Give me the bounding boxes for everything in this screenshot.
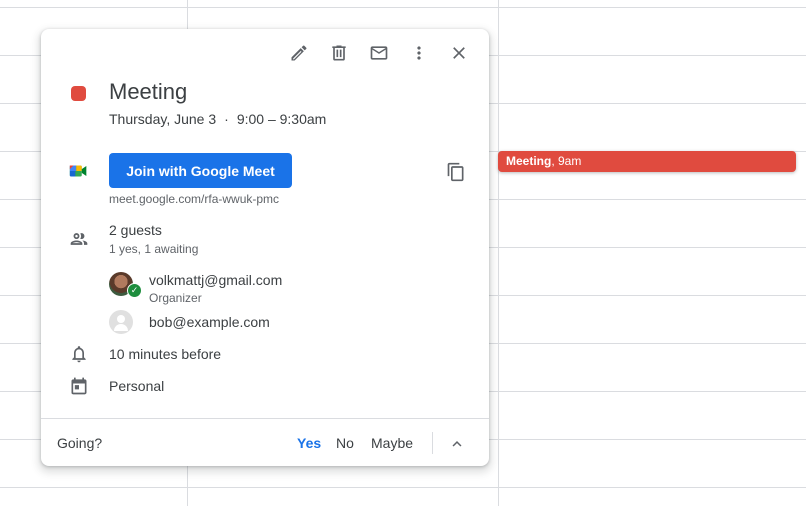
grid-line <box>0 487 806 488</box>
event-datetime: Thursday, June 3 · 9:00 – 9:30am <box>109 111 326 127</box>
more-options-button[interactable] <box>399 37 439 69</box>
popup-toolbar <box>279 37 479 69</box>
guest-item-organizer[interactable]: ✓ volkmattj@gmail.com Organizer <box>109 272 409 305</box>
rsvp-label: Going? <box>57 435 103 451</box>
event-details-popup: Meeting Thursday, June 3 · 9:00 – 9:30am J… <box>41 29 489 466</box>
grid-line <box>0 7 806 8</box>
guest-rsvp-summary: 1 yes, 1 awaiting <box>109 242 199 256</box>
chevron-up-icon <box>452 441 462 447</box>
event-time: 9:00 – 9:30am <box>236 111 327 127</box>
default-avatar-icon <box>109 310 133 334</box>
copy-link-button[interactable] <box>443 159 469 185</box>
calendar-name: Personal <box>109 378 165 394</box>
event-chip-title: Meeting <box>506 154 552 168</box>
event-date: Thursday, June 3 <box>109 111 217 127</box>
accepted-check-icon: ✓ <box>127 283 142 298</box>
guest-item[interactable]: bob@example.com <box>109 310 409 334</box>
email-guests-button[interactable] <box>359 37 399 69</box>
copy-icon <box>447 162 464 182</box>
calendar-event-chip[interactable]: Meeting, 9am <box>498 151 796 172</box>
guest-role: Organizer <box>149 291 202 305</box>
event-datetime-separator: · <box>224 111 229 127</box>
people-icon <box>68 228 90 250</box>
edit-event-button[interactable] <box>279 37 319 69</box>
pencil-icon <box>291 45 307 61</box>
event-color-swatch <box>71 86 86 101</box>
event-chip-time: , 9am <box>551 154 582 168</box>
rsvp-maybe-button[interactable]: Maybe <box>371 435 413 451</box>
mail-icon <box>370 46 388 60</box>
guest-email: bob@example.com <box>149 314 270 330</box>
more-vert-icon <box>417 46 421 60</box>
grid-column-divider <box>498 0 499 506</box>
guest-count: 2 guests <box>109 222 162 238</box>
rsvp-divider <box>432 432 433 454</box>
join-google-meet-button[interactable]: Join with Google Meet <box>109 153 292 188</box>
close-popup-button[interactable] <box>439 37 479 69</box>
close-icon <box>453 47 465 59</box>
reminder-text: 10 minutes before <box>109 346 222 362</box>
rsvp-no-button[interactable]: No <box>336 435 354 451</box>
footer-divider <box>41 418 489 419</box>
rsvp-yes-button[interactable]: Yes <box>297 435 321 451</box>
event-title: Meeting <box>109 79 188 104</box>
expand-rsvp-options-button[interactable] <box>445 432 469 456</box>
google-meet-icon <box>68 160 90 182</box>
meet-link[interactable]: meet.google.com/rfa-wwuk-pmc <box>109 192 279 206</box>
guest-email: volkmattj@gmail.com <box>149 272 283 288</box>
trash-icon <box>332 45 346 61</box>
delete-event-button[interactable] <box>319 37 359 69</box>
calendar-icon <box>68 375 90 397</box>
bell-icon <box>68 343 90 365</box>
